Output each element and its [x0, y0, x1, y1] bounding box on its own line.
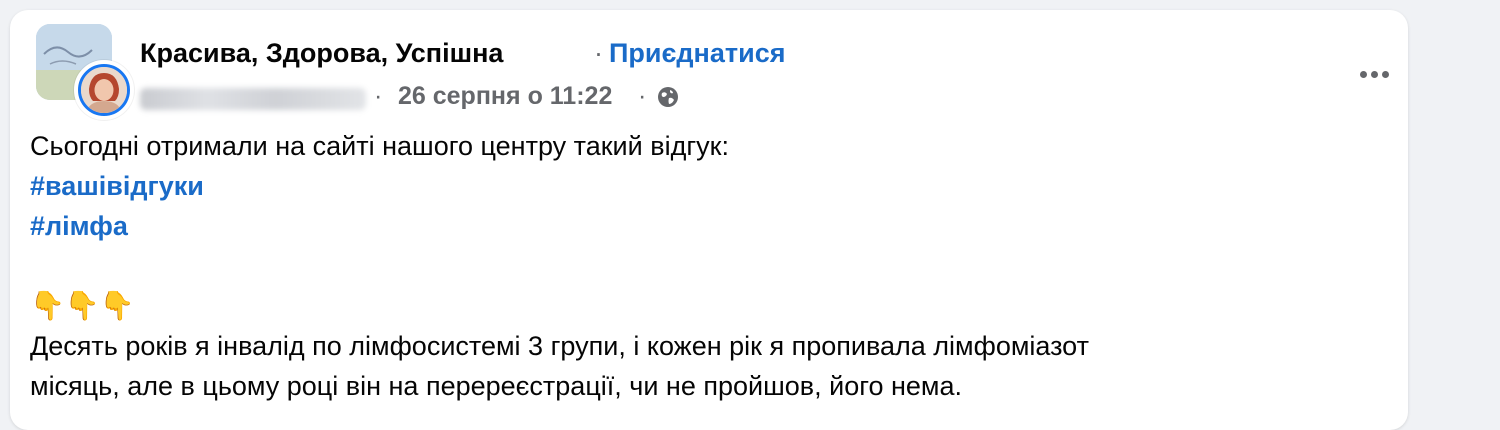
globe-icon[interactable] [656, 85, 680, 109]
post-body: Сьогодні отримали на сайті нашого центру… [30, 126, 1390, 406]
author-avatar-photo [78, 64, 130, 116]
meta-separator: · [374, 82, 383, 110]
group-name-link[interactable]: Красива, Здорова, Успішна [140, 38, 503, 69]
more-options-icon [1370, 70, 1378, 78]
author-photo-icon [81, 67, 127, 113]
more-options-button[interactable] [1350, 58, 1398, 90]
post-header: Красива, Здорова, Успішна · Приєднатися ·… [36, 24, 1408, 124]
post-meta: · 26 серпня о 11:22 · [140, 80, 700, 116]
post-timestamp[interactable]: 26 серпня о 11:22 [398, 82, 612, 111]
more-options-icon [1359, 70, 1367, 78]
review-text-line: Десять років я інвалід по лімфосистемі 3… [30, 331, 1089, 361]
meta-separator-2: · [638, 82, 647, 110]
header-separator: · [594, 38, 603, 68]
hashtag-link[interactable]: #лімфа [30, 211, 128, 241]
pointing-down-emoji: 👇👇👇 [30, 290, 135, 321]
review-text-line: місяць, але в цьому році він на перереєс… [30, 371, 963, 401]
post-card: Красива, Здорова, Успішна · Приєднатися ·… [10, 10, 1408, 430]
more-options-icon [1381, 70, 1389, 78]
join-row: · Приєднатися [594, 38, 785, 69]
author-name-blurred[interactable] [140, 88, 366, 110]
post-intro-text: Сьогодні отримали на сайті нашого центру… [30, 131, 729, 161]
hashtag-link[interactable]: #вашівідгуки [30, 171, 204, 201]
author-avatar[interactable] [74, 60, 134, 120]
join-button[interactable]: Приєднатися [609, 38, 785, 68]
